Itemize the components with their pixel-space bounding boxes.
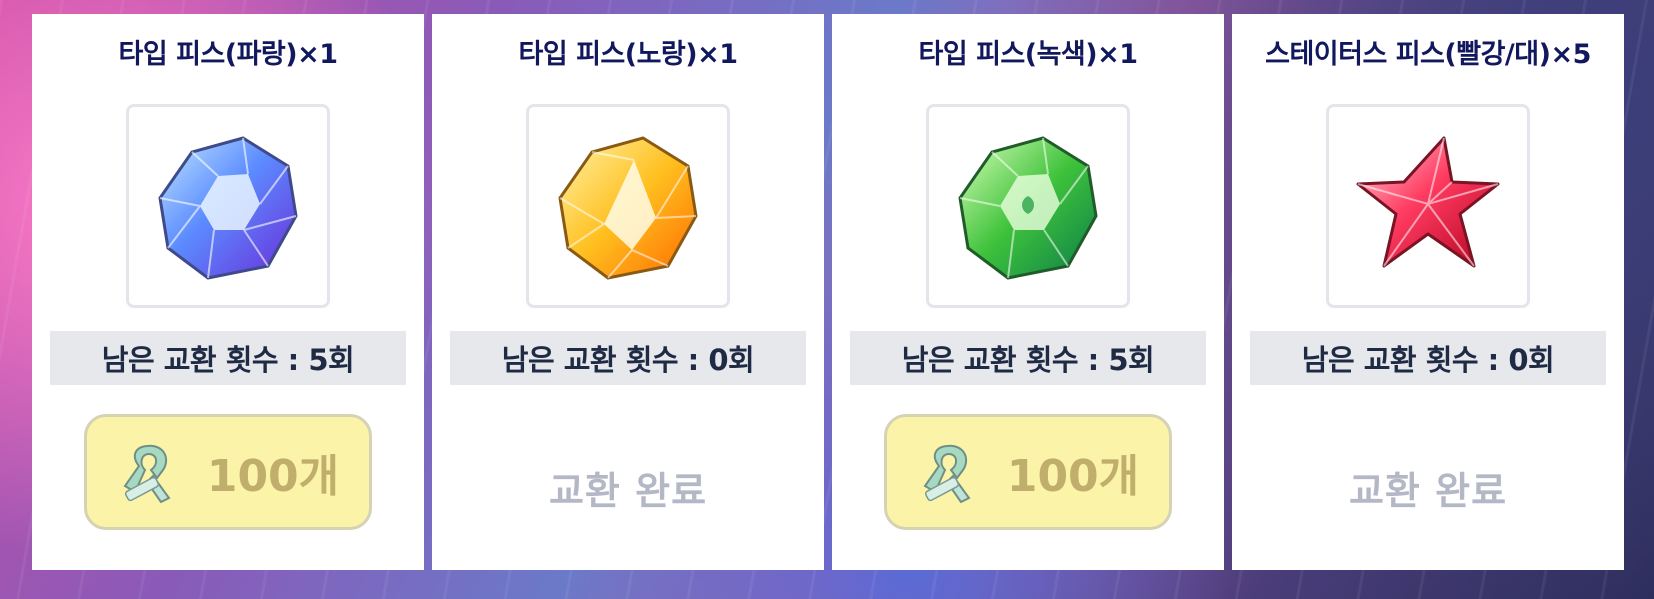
exchange-card-blue: 타입 피스(파랑)×1 남은 교환 횟수 : 5회 100개 bbox=[32, 14, 424, 570]
remaining-exchange-count: 남은 교환 횟수 : 0회 bbox=[1250, 331, 1606, 385]
item-frame bbox=[126, 104, 330, 308]
remaining-exchange-count: 남은 교환 횟수 : 0회 bbox=[450, 331, 806, 385]
exchange-button[interactable]: 100개 bbox=[84, 414, 372, 530]
remaining-exchange-count: 남은 교환 횟수 : 5회 bbox=[50, 331, 406, 385]
card-title: 타입 피스(노랑)×1 bbox=[518, 39, 738, 70]
exchange-complete-label: 교환 완료 bbox=[548, 469, 708, 513]
exchange-cost-label: 100개 bbox=[1006, 451, 1140, 502]
item-frame bbox=[1326, 104, 1530, 308]
yellow-gem-icon bbox=[558, 136, 698, 280]
exchange-card-red: 스테이터스 피스(빨강/대)×5 남은 교환 횟수 : 0회 교환 완료 bbox=[1232, 14, 1624, 570]
item-frame bbox=[526, 104, 730, 308]
exchange-complete-label: 교환 완료 bbox=[1348, 469, 1508, 513]
ribbon-currency-icon bbox=[123, 444, 171, 504]
exchange-button[interactable]: 100개 bbox=[884, 414, 1172, 530]
item-frame bbox=[926, 104, 1130, 308]
remaining-exchange-count: 남은 교환 횟수 : 5회 bbox=[850, 331, 1206, 385]
red-star-gem-icon bbox=[1356, 136, 1500, 268]
ribbon-currency-icon bbox=[923, 444, 971, 504]
card-title: 타입 피스(파랑)×1 bbox=[118, 39, 338, 70]
blue-gem-icon bbox=[158, 136, 298, 280]
exchange-card-yellow: 타입 피스(노랑)×1 남은 교환 횟수 : 0회 교환 완료 bbox=[432, 14, 824, 570]
card-title: 스테이터스 피스(빨강/대)×5 bbox=[1265, 39, 1591, 70]
exchange-card-green: 타입 피스(녹색)×1 남은 교환 횟수 : 5회 100개 bbox=[832, 14, 1224, 570]
green-gem-icon bbox=[958, 136, 1098, 280]
exchange-cost-label: 100개 bbox=[206, 451, 340, 502]
card-title: 타입 피스(녹색)×1 bbox=[918, 39, 1138, 70]
